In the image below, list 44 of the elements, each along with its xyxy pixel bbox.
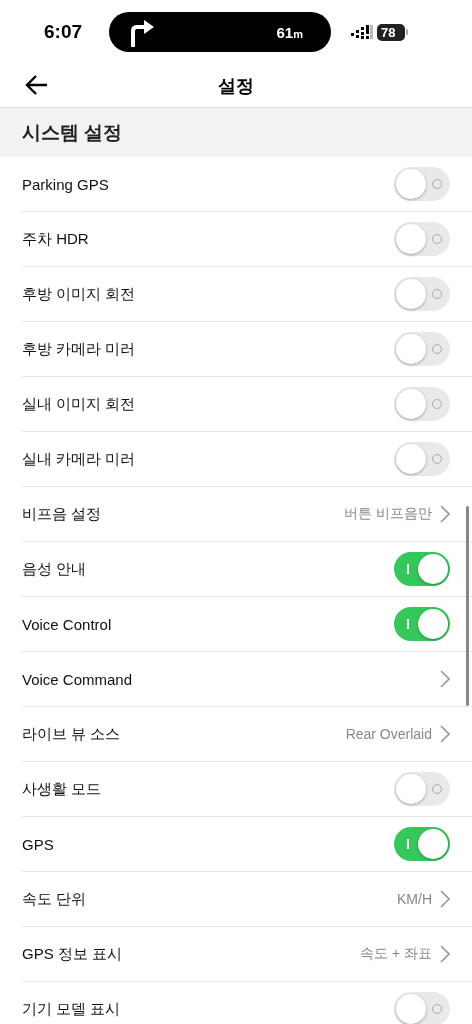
setting-label: 후방 카메라 미러 xyxy=(22,339,136,359)
toggle-switch[interactable] xyxy=(394,827,450,861)
setting-label: GPS xyxy=(22,835,54,853)
toggle-switch[interactable] xyxy=(394,607,450,641)
navigation-distance: 61m xyxy=(276,23,303,41)
setting-label: 비프음 설정 xyxy=(22,504,102,524)
toggle-switch[interactable] xyxy=(394,277,450,311)
status-time: 6:07 xyxy=(44,21,84,43)
signal-icon xyxy=(351,25,373,39)
setting-label: GPS 정보 표시 xyxy=(22,944,122,964)
setting-label: 후방 이미지 회전 xyxy=(22,284,136,304)
toggle-switch[interactable] xyxy=(394,332,450,366)
toggle-switch[interactable] xyxy=(394,772,450,806)
chevron-icon[interactable] xyxy=(440,670,450,688)
setting-label: Parking GPS xyxy=(22,175,109,193)
page-title: 설정 xyxy=(218,74,254,98)
battery-icon: 78 xyxy=(377,23,408,41)
toggle-switch[interactable] xyxy=(394,387,450,421)
toggle-switch[interactable] xyxy=(394,552,450,586)
chevron-icon[interactable] xyxy=(440,725,450,743)
setting-label: 실내 이미지 회전 xyxy=(22,394,136,414)
setting-label: Voice Control xyxy=(22,615,112,633)
setting-label: 사생활 모드 xyxy=(22,779,102,799)
navigation-pill[interactable]: 61m xyxy=(109,12,331,52)
setting-value: 속도 + 좌표 xyxy=(360,945,432,963)
turn-right-icon xyxy=(129,17,155,47)
setting-value: KM/H xyxy=(397,891,432,907)
toggle-switch[interactable] xyxy=(394,992,450,1024)
setting-label: 라이브 뷰 소스 xyxy=(22,724,121,744)
setting-label: 주차 HDR xyxy=(22,229,89,249)
setting-label: 기기 모델 표시 xyxy=(22,999,121,1019)
setting-label: 실내 카메라 미러 xyxy=(22,449,136,469)
setting-label: 음성 안내 xyxy=(22,559,87,579)
toggle-switch[interactable] xyxy=(394,167,450,201)
toggle-switch[interactable] xyxy=(394,442,450,476)
toggle-switch[interactable] xyxy=(394,222,450,256)
setting-value: 버튼 비프음만 xyxy=(344,505,432,523)
setting-label: 속도 단위 xyxy=(22,889,87,909)
chevron-icon[interactable] xyxy=(440,890,450,908)
setting-label: Voice Command xyxy=(22,670,133,688)
setting-value: Rear Overlaid xyxy=(345,726,432,742)
section-title: 시스템 설정 xyxy=(22,120,123,145)
chevron-icon[interactable] xyxy=(440,505,450,523)
chevron-icon[interactable] xyxy=(440,945,450,963)
